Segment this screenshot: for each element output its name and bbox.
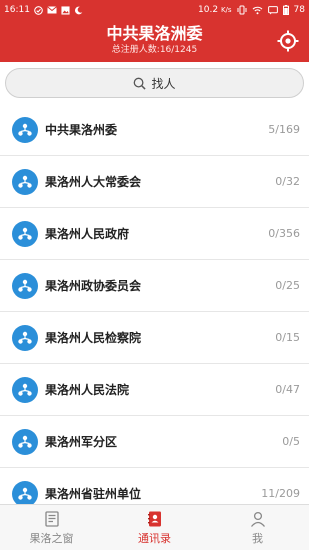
registered-count: 总注册人数:16/1245: [111, 45, 198, 55]
member-count: 0/356: [268, 227, 300, 240]
org-icon: [12, 168, 38, 195]
image-icon: [61, 5, 70, 15]
search-icon: [134, 77, 147, 90]
contacts-book-icon: [147, 511, 161, 526]
org-name: 果洛州人民检察院: [45, 331, 142, 345]
wifi-icon: [252, 6, 263, 15]
org-icon: [12, 480, 38, 504]
person-icon: [250, 511, 265, 527]
org-name: 果洛州人民政府: [45, 227, 130, 241]
org-icon: [12, 428, 38, 455]
page-title: 中共果洛洲委: [106, 24, 203, 43]
org-name: 果洛州人民法院: [45, 383, 130, 397]
org-name: 果洛州军分区: [45, 435, 118, 449]
network-speed: 10.2 K/s: [198, 5, 232, 15]
list-item[interactable]: 果洛州人民政府 0/356: [0, 208, 309, 260]
org-icon: [12, 272, 38, 299]
moon-icon: [74, 6, 83, 15]
member-count: 0/25: [275, 279, 300, 292]
list-item[interactable]: 果洛州省驻州单位 11/209: [0, 468, 309, 504]
list-item[interactable]: 果洛州人民检察院 0/15: [0, 312, 309, 364]
document-icon: [44, 510, 59, 527]
member-count: 11/209: [261, 487, 300, 500]
member-count: 5/169: [268, 123, 300, 136]
search-button[interactable]: 找人: [5, 68, 304, 98]
vibrate-icon: [237, 5, 247, 15]
tab-label: 果洛之窗: [29, 531, 74, 545]
list-item[interactable]: 果洛州人大常委会 0/32: [0, 156, 309, 208]
org-icon: [12, 324, 38, 351]
locate-button[interactable]: [277, 30, 299, 52]
app-header: 中共果洛洲委 总注册人数:16/1245: [0, 20, 309, 62]
check-circle-icon: [34, 5, 43, 15]
list-item[interactable]: 果洛州政协委员会 0/25: [0, 260, 309, 312]
org-name: 中共果洛州委: [45, 123, 118, 137]
org-name: 果洛州省驻州单位: [45, 487, 142, 501]
tab-label: 通讯录: [138, 531, 171, 545]
battery-icon: [282, 5, 289, 15]
org-name: 果洛州人大常委会: [45, 175, 142, 189]
status-bar: 16:11 10.2 K/s 78: [0, 0, 309, 20]
search-label: 找人: [151, 76, 176, 91]
member-count: 0/32: [275, 175, 300, 188]
list-item[interactable]: 中共果洛州委 5/169: [0, 104, 309, 156]
battery-level: 78: [293, 5, 305, 15]
list-item[interactable]: 果洛州人民法院 0/47: [0, 364, 309, 416]
member-count: 0/5: [282, 435, 300, 448]
screen: 16:11 10.2 K/s 78 中共果洛洲委 总注册人数:16/1245 找…: [0, 0, 309, 550]
status-time: 16:11: [4, 5, 30, 15]
tab-label: 我: [252, 531, 263, 545]
org-icon: [12, 376, 38, 403]
tab-guoluo-window[interactable]: 果洛之窗: [0, 505, 103, 550]
member-count: 0/47: [275, 383, 300, 396]
tab-me[interactable]: 我: [206, 505, 309, 550]
bottom-tab-bar: 果洛之窗 通讯录 我: [0, 504, 309, 550]
search-bar-area: 找人: [0, 62, 309, 104]
organization-list: 中共果洛州委 5/169 果洛州人大常委会 0/32 果洛州人民政府 0/356…: [0, 104, 309, 504]
member-count: 0/15: [275, 331, 300, 344]
list-item[interactable]: 果洛州军分区 0/5: [0, 416, 309, 468]
message-icon: [267, 5, 278, 15]
crosshair-icon: [277, 30, 299, 52]
org-icon: [12, 220, 38, 247]
org-name: 果洛州政协委员会: [45, 279, 142, 293]
tab-contacts[interactable]: 通讯录: [103, 505, 206, 550]
mail-icon: [47, 6, 57, 14]
org-icon: [12, 116, 38, 143]
